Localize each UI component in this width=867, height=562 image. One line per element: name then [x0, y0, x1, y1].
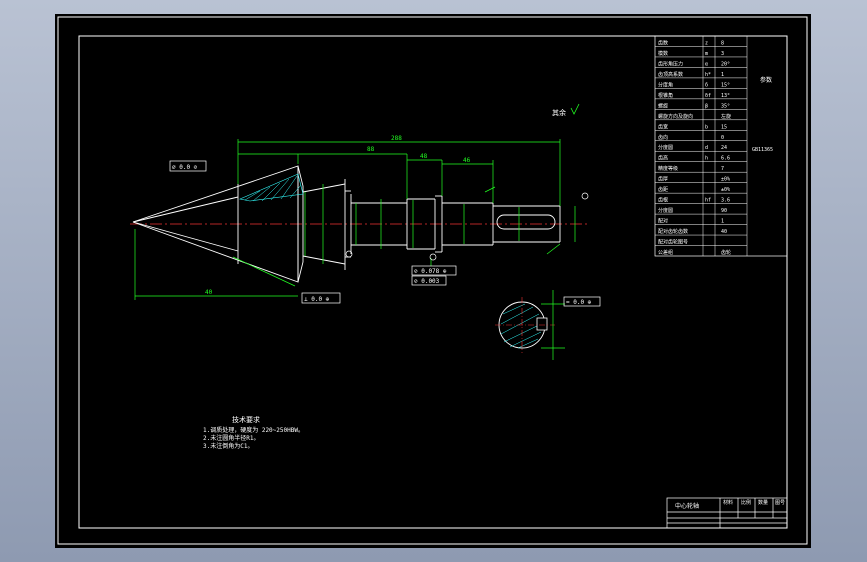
gear-table-label: 齿距 — [658, 187, 668, 193]
gear-table-value: 1 — [721, 72, 724, 78]
dim-mid: 88 — [367, 146, 375, 153]
gear-table-value: 6.6 — [721, 156, 730, 162]
gear-table-label: 配对齿轮图号 — [658, 239, 688, 246]
gear-table-label: 齿根 — [658, 197, 668, 204]
gear-table-label: 齿数 — [658, 39, 668, 46]
tech-req-line-3: 3.未注倒角为C1。 — [203, 442, 253, 450]
gear-table-label: 分度角 — [658, 81, 673, 88]
tolerance-frame-5: = 0.0 ⊕ — [566, 299, 592, 306]
dim-46: 46 — [463, 157, 471, 164]
gear-table-label: 配对 — [658, 218, 668, 225]
dim-48: 48 — [420, 153, 428, 160]
gear-table-label: 齿形角压力 — [658, 60, 683, 67]
tb-header-scale: 比例 — [741, 499, 751, 506]
gear-table-symbol: h — [705, 156, 708, 162]
gear-table-value: 7 — [721, 166, 724, 172]
gear-table-value: 3 — [721, 51, 724, 57]
gear-table-label: 配对齿轮齿数 — [658, 228, 688, 235]
gear-table-label: 分度圆 — [658, 207, 673, 214]
section-view — [495, 297, 555, 353]
gear-table-symbol: d — [705, 145, 708, 151]
gear-table-symbol: b — [705, 124, 708, 130]
datum-marker-b — [429, 253, 437, 261]
gear-table-label: 模数 — [658, 50, 668, 57]
gear-table-value: 1 — [721, 219, 724, 225]
gear-table-label: 根锥角 — [658, 92, 673, 99]
gear-table-value: 20° — [721, 61, 730, 67]
gear-table-label: 精度等级 — [658, 165, 678, 172]
hatch-lines — [244, 175, 302, 202]
tech-req-title: 技术要求 — [232, 415, 260, 424]
gear-table-value: 0 — [721, 135, 724, 141]
part-name: 中心轮轴 — [675, 502, 699, 510]
gear-table-value: 左旋 — [721, 113, 731, 120]
datum-marker-c — [581, 192, 589, 200]
gear-table-label: 齿向 — [658, 134, 668, 141]
gear-table-label: 公差组 — [658, 249, 673, 256]
tolerance-frame-3: ⊘ 0.003 — [414, 278, 440, 285]
gear-table-value: ±0% — [721, 187, 730, 193]
dim-40: 40 — [205, 289, 213, 296]
tolerance-frame-2: ⊘ 0.078 ⊕ — [414, 268, 447, 275]
gear-table-symbol: β — [705, 103, 708, 109]
gear-table-symbol: δ — [705, 82, 708, 88]
gear-table-value: 40 — [721, 229, 727, 235]
gear-table-code: GB11365 — [752, 147, 773, 153]
gear-table-symbol: z — [705, 40, 708, 46]
gear-table-value: 90 — [721, 208, 727, 214]
roughness-note: 其余 — [552, 108, 566, 117]
gear-table-value: 8 — [721, 40, 724, 46]
gear-table-value: ±0% — [721, 177, 730, 183]
gear-table-value: 15 — [721, 124, 727, 130]
gear-table-value: 15° — [721, 82, 730, 88]
dim-overall: 288 — [391, 135, 402, 142]
gear-table-label: 齿宽 — [658, 123, 668, 130]
roughness-icon — [570, 103, 580, 115]
gear-table-value: 35° — [721, 103, 730, 109]
gear-table-value: 3.6 — [721, 198, 730, 204]
gear-table-label: 螺旋 — [658, 102, 668, 109]
gear-table-label: 齿顶高系数 — [658, 71, 683, 78]
gear-table-symbol: δf — [705, 93, 711, 99]
tolerance-frame-4: ⊥ 0.0 ⊕ — [304, 296, 330, 303]
dimension-lines — [134, 139, 576, 360]
tb-header-material: 材料 — [723, 499, 733, 506]
gear-table: 齿数 z 8 模数 m 3 齿形角压力 α 20° 齿顶高系数 h* 1 分度角 δ 15° 根锥角 δf 13°… — [654, 35, 788, 257]
tech-req-line-1: 1.调质处理，硬度为 220~250HBW。 — [203, 426, 304, 434]
tech-req-line-2: 2.未注圆角半径R1。 — [203, 434, 259, 442]
drawing-canvas[interactable]: ⌀ 0.0 ⊘ ⊘ 0.078 ⊕ ⊘ 0.003 ⊥ 0.0 ⊕ = 0.0 … — [55, 14, 811, 548]
tb-header-drawing-no: 图号 — [775, 500, 785, 506]
gear-table-value: 齿轮 — [721, 249, 731, 256]
viewport: ⌀ 0.0 ⊘ ⊘ 0.078 ⊕ ⊘ 0.003 ⊥ 0.0 ⊕ = 0.0 … — [0, 0, 867, 562]
gear-tooth-hatch — [238, 173, 304, 202]
gear-table-symbol: α — [705, 61, 708, 67]
gear-table-value: 24 — [721, 145, 727, 151]
gear-table-symbol: h* — [705, 72, 711, 78]
gear-table-right-note: 参数 — [760, 76, 772, 84]
gear-table-symbol: hf — [705, 198, 711, 204]
gear-table-label: 螺旋方向及旋向 — [658, 113, 693, 120]
drawing-svg: ⌀ 0.0 ⊘ ⊘ 0.078 ⊕ ⊘ 0.003 ⊥ 0.0 ⊕ = 0.0 … — [57, 16, 808, 545]
gear-table-label: 分度圆 — [658, 144, 673, 151]
gear-table-label: 齿高 — [658, 155, 668, 162]
tolerance-frames — [169, 160, 601, 307]
tb-header-qty: 数量 — [758, 499, 768, 506]
tolerance-frame-1: ⌀ 0.0 ⊘ — [172, 164, 198, 171]
gear-table-symbol: m — [705, 51, 708, 57]
gear-table-value: 13° — [721, 93, 730, 99]
gear-table-label: 齿厚 — [658, 177, 668, 183]
